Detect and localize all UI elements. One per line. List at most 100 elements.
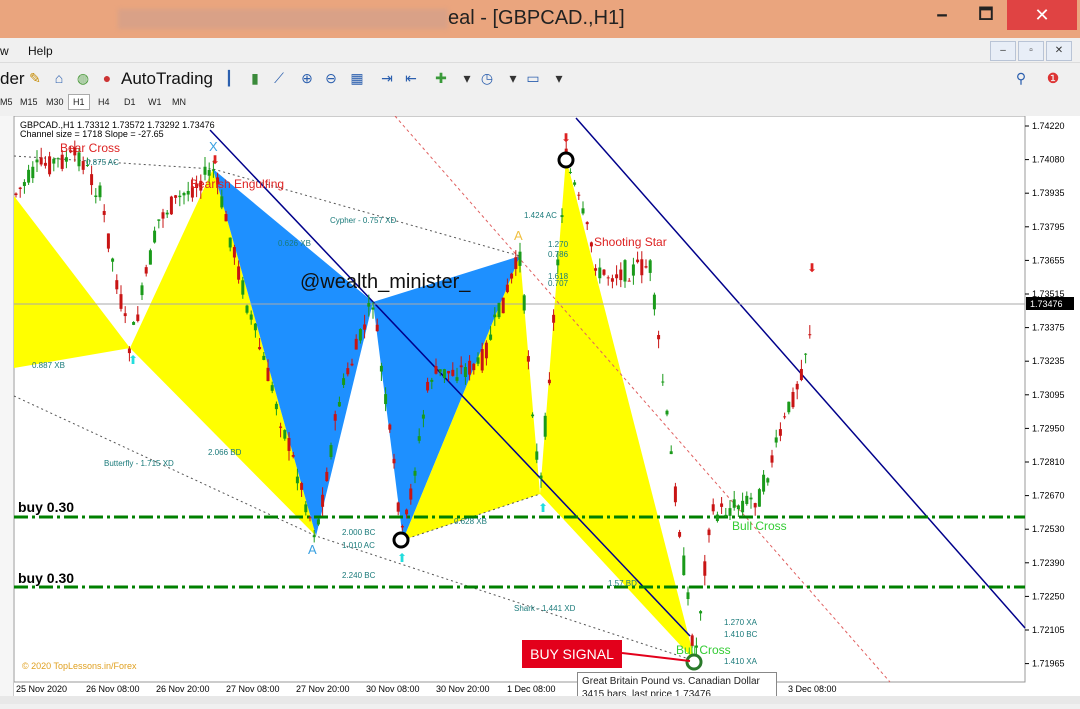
autotrading-icon[interactable]: ● <box>98 69 116 87</box>
price-tick-label: 1.73095 <box>1032 390 1065 400</box>
candle-body <box>501 297 505 314</box>
candle-body <box>552 314 556 323</box>
period-clock-icon[interactable]: ◷ <box>478 69 496 87</box>
chevron-down-icon[interactable]: ▾ <box>504 69 522 87</box>
candle-body <box>384 394 388 405</box>
tf-m30[interactable]: M30 <box>46 97 64 107</box>
label-shooting-star: Shooting Star <box>594 235 667 249</box>
candle-body <box>350 363 354 366</box>
time-tick-label: 26 Nov 08:00 <box>86 684 140 694</box>
candle-body <box>657 335 661 340</box>
candle-body <box>480 349 484 371</box>
price-tick-label: 1.72105 <box>1032 625 1065 635</box>
notifications-icon[interactable]: ❶ <box>1044 69 1062 87</box>
label-bull-cross-1: Bull Cross <box>732 519 787 533</box>
candle-body <box>111 258 115 262</box>
candle-body <box>526 356 530 362</box>
chart-shift-icon[interactable]: ⇤ <box>402 69 420 87</box>
candle-body <box>396 502 400 512</box>
candle-body <box>585 222 589 225</box>
tf-d1[interactable]: D1 <box>124 97 136 107</box>
candle-body <box>472 363 476 371</box>
maximize-button[interactable]: 🗖 <box>964 0 1008 30</box>
minimize-button[interactable]: 🗕 <box>920 0 964 30</box>
chevron-down-icon[interactable]: ▾ <box>550 69 568 87</box>
tf-h4[interactable]: H4 <box>98 97 110 107</box>
candle-body <box>438 369 442 372</box>
network-icon[interactable]: ⌂ <box>50 69 68 87</box>
price-tick-label: 1.72530 <box>1032 524 1065 534</box>
candlestick-icon[interactable]: ▮ <box>246 69 264 87</box>
tf-mn[interactable]: MN <box>172 97 186 107</box>
candle-body <box>367 303 371 307</box>
candle-body <box>375 324 379 332</box>
zoom-in-icon[interactable]: ⊕ <box>298 69 316 87</box>
candle-body <box>447 371 451 374</box>
mdi-restore-icon[interactable]: ▫ <box>1018 41 1044 61</box>
autotrading-button[interactable]: AutoTrading <box>121 69 213 89</box>
candle-body <box>27 169 31 183</box>
candle-body <box>413 470 417 476</box>
price-tick-label: 1.72670 <box>1032 491 1065 501</box>
line-chart-icon[interactable]: ⟋ <box>270 69 288 87</box>
chart-window[interactable]: buy 0.30 buy 0.30 ⬇ ⬇ ⬇ ⬆ ⬆ ⬆ GBPCAD.,H1… <box>0 115 1080 704</box>
tf-w1[interactable]: W1 <box>148 97 162 107</box>
globe-icon[interactable]: ◍ <box>74 69 92 87</box>
price-chart[interactable]: buy 0.30 buy 0.30 ⬇ ⬇ ⬇ ⬆ ⬆ ⬆ GBPCAD.,H1… <box>0 115 1080 704</box>
channel-info: Channel size = 1718 Slope = -27.65 <box>20 129 164 139</box>
close-button[interactable]: ✕ <box>1007 0 1077 30</box>
candle-body <box>468 360 472 375</box>
bar-chart-icon[interactable]: ┃ <box>220 69 238 87</box>
candle-body <box>434 366 438 374</box>
mdi-close-icon[interactable]: ✕ <box>1046 41 1072 61</box>
candle-body <box>560 215 564 218</box>
candle-body <box>119 294 123 309</box>
candle-body <box>442 369 446 379</box>
candle-body <box>342 378 346 385</box>
price-tick-label: 1.71965 <box>1032 659 1065 669</box>
candle-body <box>333 414 337 421</box>
candle-body <box>249 314 253 320</box>
tf-h1[interactable]: H1 <box>68 94 90 110</box>
candle-body <box>304 504 308 513</box>
new-order-label[interactable]: der <box>0 69 25 89</box>
candle-body <box>678 532 682 537</box>
menu-item-window[interactable]: w <box>0 44 9 58</box>
menu-item-help[interactable]: Help <box>28 44 53 58</box>
candle-body <box>106 233 110 249</box>
tf-m15[interactable]: M15 <box>20 97 38 107</box>
candle-body <box>741 500 745 513</box>
label-xb-0626: 0.626 XB <box>278 239 311 248</box>
price-axis: 1.742201.740801.739351.737951.736551.735… <box>1025 121 1065 669</box>
candle-body <box>753 503 757 508</box>
candle-body <box>623 260 627 282</box>
chevron-down-icon[interactable]: ▾ <box>458 69 476 87</box>
autoscroll-icon[interactable]: ⇥ <box>378 69 396 87</box>
candle-body <box>287 437 291 451</box>
templates-icon[interactable]: ▭ <box>524 69 542 87</box>
search-icon[interactable]: ⚲ <box>1012 69 1030 87</box>
candle-body <box>589 242 593 247</box>
candle-body <box>493 314 497 318</box>
candle-body <box>140 285 144 296</box>
candle-body <box>224 214 228 222</box>
tf-m5[interactable]: M5 <box>0 97 13 107</box>
candle-body <box>757 489 761 507</box>
candle-body <box>686 592 690 600</box>
tile-windows-icon[interactable]: ▦ <box>348 69 366 87</box>
mdi-minimize-icon[interactable]: – <box>990 41 1016 61</box>
candle-body <box>606 277 610 279</box>
indicators-icon[interactable]: ✚ <box>432 69 450 87</box>
candle-body <box>207 169 211 176</box>
candle-body <box>539 475 543 479</box>
candle-body <box>728 508 732 516</box>
pencil-icon[interactable]: ✎ <box>26 69 44 87</box>
price-tick-label: 1.74080 <box>1032 155 1065 165</box>
candle-body <box>405 509 409 515</box>
price-tick-label: 1.72250 <box>1032 591 1065 601</box>
candle-body <box>484 342 488 359</box>
bottom-point-marker <box>392 531 410 549</box>
candle-body <box>627 280 631 282</box>
candle-body <box>169 196 173 215</box>
zoom-out-icon[interactable]: ⊖ <box>322 69 340 87</box>
